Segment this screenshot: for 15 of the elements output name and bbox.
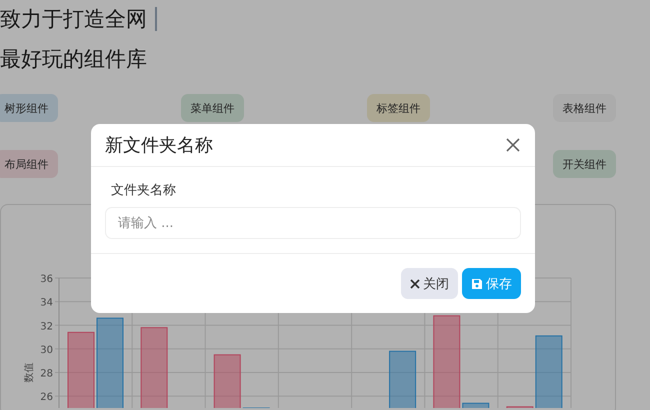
- axis-tick-label: 32: [40, 321, 53, 332]
- axis-tick-label: 36: [40, 274, 53, 285]
- field-label: 文件夹名称: [110, 182, 177, 199]
- headline-text: 最好玩的组件库: [0, 46, 147, 73]
- axis-tick-label: 28: [40, 368, 53, 380]
- axis-tick-label: 26: [40, 392, 53, 404]
- close-icon: [410, 278, 420, 288]
- close-button[interactable]: 关闭: [401, 268, 458, 299]
- headline-text: 致力于打造全网: [0, 6, 147, 33]
- axis-tick-label: 30: [40, 344, 53, 356]
- axis-title: 数值: [24, 362, 35, 383]
- dialog-title: 新文件夹名称: [105, 134, 213, 157]
- axis-tick-label: 34: [40, 298, 53, 309]
- folder-name-field[interactable]: 请输入 ...: [105, 207, 521, 239]
- close-icon[interactable]: [505, 137, 521, 153]
